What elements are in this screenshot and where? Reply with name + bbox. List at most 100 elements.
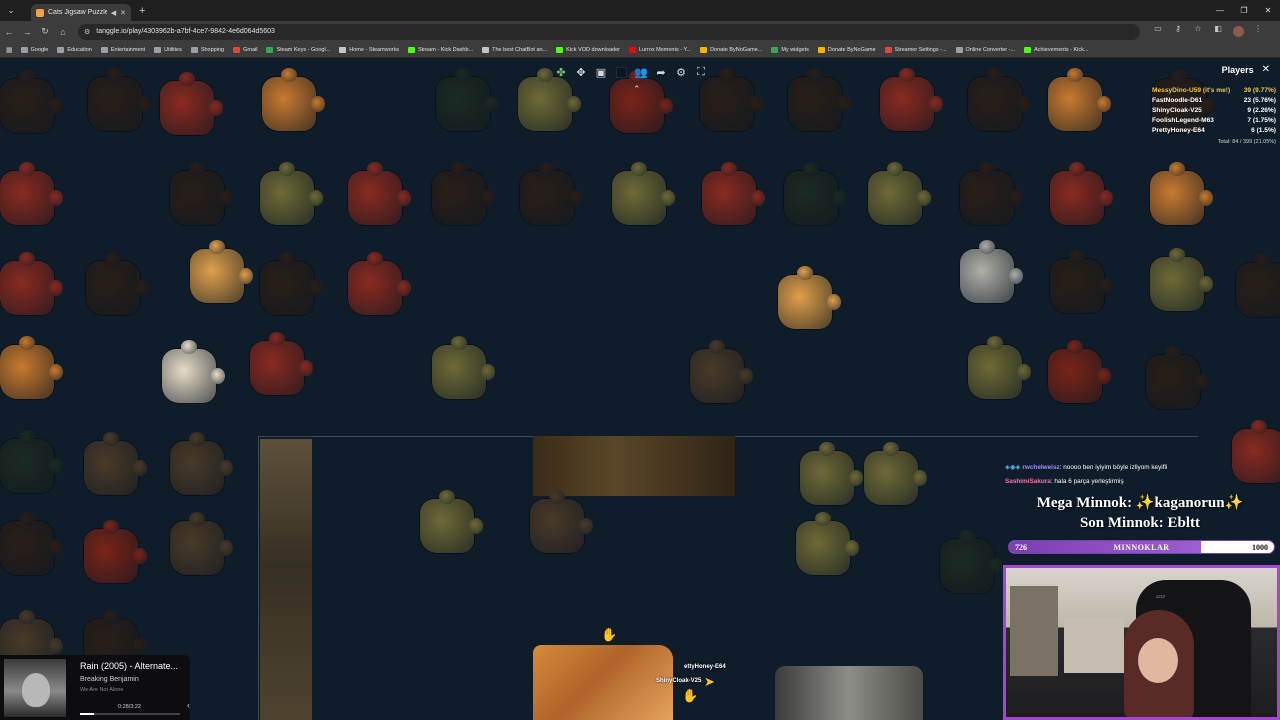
puzzle-piece[interactable] xyxy=(960,162,1023,225)
bookmark-item[interactable]: Shopping xyxy=(190,46,224,53)
puzzle-piece[interactable] xyxy=(1048,340,1111,403)
puzzle-piece[interactable] xyxy=(162,340,225,403)
bookmark-item[interactable]: Donate ByNoGame... xyxy=(700,46,762,53)
players-icon[interactable]: 👥 xyxy=(631,62,651,82)
puzzle-piece[interactable] xyxy=(170,162,233,225)
password-key-icon[interactable]: ⚷ xyxy=(1168,24,1188,39)
puzzle-piece[interactable] xyxy=(432,162,495,225)
puzzle-piece[interactable] xyxy=(260,252,323,315)
puzzle-piece[interactable] xyxy=(530,490,593,553)
puzzle-piece[interactable] xyxy=(250,332,313,395)
puzzle-piece[interactable] xyxy=(880,68,943,131)
puzzle-piece[interactable] xyxy=(612,162,675,225)
url-input[interactable]: ⚙ tanggle.io/play/4303962b-a7bf-4ce7-984… xyxy=(78,23,1140,40)
puzzle-piece[interactable] xyxy=(88,68,151,131)
bookmark-item[interactable]: Online Converter -... xyxy=(955,46,1015,53)
menu-icon[interactable]: ⋮ xyxy=(1248,24,1268,39)
puzzle-piece[interactable] xyxy=(864,442,927,505)
puzzle-piece[interactable] xyxy=(520,162,583,225)
puzzle-piece[interactable] xyxy=(778,266,841,329)
puzzle-piece[interactable] xyxy=(960,240,1023,303)
puzzle-piece[interactable] xyxy=(1236,254,1280,317)
puzzle-piece[interactable] xyxy=(868,162,931,225)
assembled-top-cluster[interactable] xyxy=(533,436,735,496)
tab-active[interactable]: Cats Jigsaw Puzzle ◀ ✕ xyxy=(31,4,131,21)
bookmark-item[interactable]: My widgets xyxy=(771,46,809,53)
bookmark-item[interactable]: Lurrox Moments - Y... xyxy=(628,46,691,53)
close-window-icon[interactable]: ✕ xyxy=(1256,0,1280,21)
puzzle-piece[interactable] xyxy=(348,162,411,225)
tab-search-icon[interactable]: ⌄ xyxy=(3,3,19,19)
fullscreen-icon[interactable]: ⛶ xyxy=(691,62,711,82)
puzzle-piece-icon[interactable]: ✤ xyxy=(551,62,571,82)
puzzle-piece[interactable] xyxy=(436,68,499,131)
puzzle-piece[interactable] xyxy=(700,68,763,131)
bookmark-item[interactable]: The best ChatBot an... xyxy=(482,46,547,53)
puzzle-piece[interactable] xyxy=(1146,346,1209,409)
puzzle-piece[interactable] xyxy=(190,240,253,303)
puzzle-piece[interactable] xyxy=(84,432,147,495)
puzzle-piece[interactable] xyxy=(432,336,495,399)
forward-icon[interactable]: → xyxy=(18,27,36,37)
puzzle-piece[interactable] xyxy=(170,432,233,495)
close-icon[interactable]: ✕ xyxy=(1262,64,1270,75)
puzzle-piece[interactable] xyxy=(160,72,223,135)
background-color-icon[interactable] xyxy=(611,62,631,82)
share-icon[interactable]: ➦ xyxy=(651,62,671,82)
puzzle-piece[interactable] xyxy=(260,162,323,225)
chevron-up-icon[interactable]: ⌃ xyxy=(633,84,641,95)
assembled-gray-cat-cluster[interactable] xyxy=(775,666,923,720)
puzzle-piece[interactable] xyxy=(0,162,63,225)
puzzle-piece[interactable] xyxy=(940,530,1003,593)
bookmark-item[interactable]: Gmail xyxy=(233,46,257,53)
bookmark-item[interactable]: Home - Steamworks xyxy=(339,46,399,53)
bookmark-item[interactable]: Google xyxy=(20,46,48,53)
new-tab-icon[interactable]: + xyxy=(139,5,145,17)
puzzle-piece[interactable] xyxy=(262,68,325,131)
install-icon[interactable]: ▭ xyxy=(1148,24,1168,39)
puzzle-piece[interactable] xyxy=(800,442,863,505)
puzzle-piece[interactable] xyxy=(0,336,63,399)
settings-icon[interactable]: ⚙ xyxy=(671,62,691,82)
bookmark-item[interactable]: Steam Keys - Googl... xyxy=(266,46,330,53)
site-info-icon[interactable]: ⚙ xyxy=(84,28,90,36)
audio-icon[interactable]: ◀ xyxy=(111,9,116,17)
puzzle-piece[interactable] xyxy=(1150,248,1213,311)
puzzle-piece[interactable] xyxy=(1050,250,1113,313)
bookmark-item[interactable]: Achievements - Kick... xyxy=(1024,46,1088,53)
bookmark-item[interactable]: Kick VOD downloader xyxy=(556,46,620,53)
bookmark-item[interactable]: Utilities xyxy=(154,46,182,53)
piece-shape-icon[interactable]: ✥ xyxy=(571,62,591,82)
collapse-left-icon[interactable]: ‹ xyxy=(187,700,190,710)
minimize-icon[interactable]: — xyxy=(1208,0,1232,21)
puzzle-piece[interactable] xyxy=(420,490,483,553)
bookmark-item[interactable]: Education xyxy=(57,46,92,53)
bookmark-item[interactable]: Donate ByNoGame xyxy=(817,46,876,53)
assembled-orange-cat-cluster[interactable] xyxy=(533,645,673,720)
tab-close-icon[interactable]: ✕ xyxy=(120,9,126,17)
puzzle-piece[interactable] xyxy=(0,512,63,575)
puzzle-piece[interactable] xyxy=(84,520,147,583)
puzzle-piece[interactable] xyxy=(518,68,581,131)
puzzle-piece[interactable] xyxy=(0,70,63,133)
puzzle-piece[interactable] xyxy=(796,512,859,575)
maximize-icon[interactable]: ❐ xyxy=(1232,0,1256,21)
puzzle-piece[interactable] xyxy=(690,340,753,403)
puzzle-piece[interactable] xyxy=(968,336,1031,399)
puzzle-piece[interactable] xyxy=(788,68,851,131)
bookmark-star-icon[interactable]: ☆ xyxy=(1188,24,1208,39)
extensions-icon[interactable]: ◧ xyxy=(1208,24,1228,39)
assembled-left-edge[interactable] xyxy=(260,439,312,720)
puzzle-piece[interactable] xyxy=(348,252,411,315)
puzzle-piece[interactable] xyxy=(170,512,233,575)
apps-icon[interactable]: ▦ xyxy=(6,46,13,54)
bookmark-item[interactable]: Entertainment xyxy=(100,46,145,53)
image-preview-icon[interactable]: ▣ xyxy=(591,62,611,82)
puzzle-piece[interactable] xyxy=(1048,68,1111,131)
puzzle-piece[interactable] xyxy=(1050,162,1113,225)
puzzle-piece[interactable] xyxy=(86,252,149,315)
bookmark-item[interactable]: Streamer Settings -... xyxy=(884,46,947,53)
back-icon[interactable]: ← xyxy=(0,27,18,37)
home-icon[interactable]: ⌂ xyxy=(54,27,72,37)
puzzle-piece[interactable] xyxy=(0,252,63,315)
